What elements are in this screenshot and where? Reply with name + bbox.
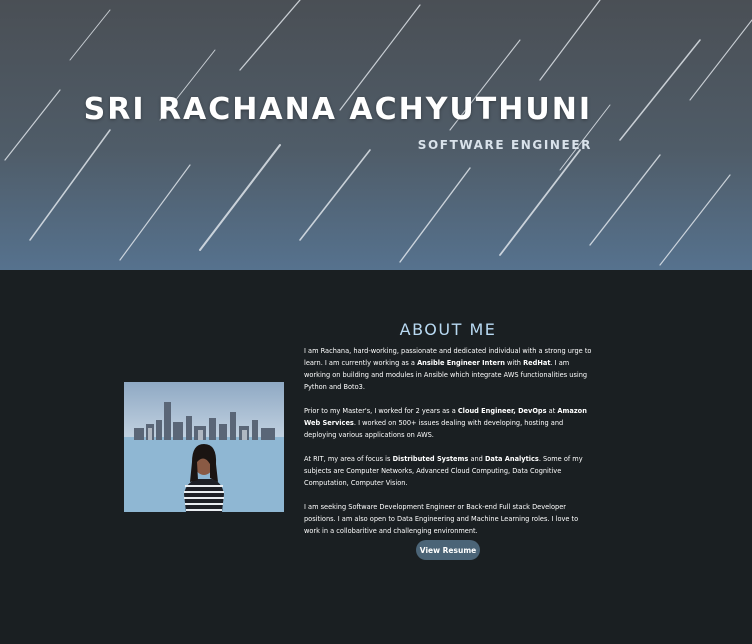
profile-photo	[124, 382, 284, 512]
hero-banner: SRI RACHANA ACHYUTHUNI SOFTWARE ENGINEER	[0, 0, 752, 270]
about-paragraph-education: At RIT, my area of focus is Distributed …	[304, 455, 583, 487]
about-text: I am Rachana, hard-working, passionate a…	[304, 345, 594, 549]
role-highlight: Ansible Engineer Intern	[417, 359, 505, 367]
about-paragraph-current-role: I am Rachana, hard-working, passionate a…	[304, 347, 592, 391]
about-section: ABOUT ME I am Rachana, hard-working, pas…	[0, 270, 752, 644]
view-resume-button[interactable]: View Resume	[416, 540, 480, 560]
about-heading: ABOUT ME	[399, 320, 497, 339]
about-paragraph-goals: I am seeking Software Development Engine…	[304, 503, 579, 535]
focus-highlight: Distributed Systems	[392, 455, 469, 463]
about-paragraph-experience: Prior to my Master's, I worked for 2 yea…	[304, 407, 587, 439]
hero-name: SRI RACHANA ACHYUTHUNI	[83, 92, 592, 127]
focus-highlight: Data Analytics	[484, 455, 539, 463]
hero-job-title: SOFTWARE ENGINEER	[417, 138, 592, 152]
star-trails-background	[4, 0, 752, 266]
company-highlight: RedHat	[523, 359, 551, 367]
role-highlight: Cloud Engineer, DevOps	[457, 407, 547, 415]
